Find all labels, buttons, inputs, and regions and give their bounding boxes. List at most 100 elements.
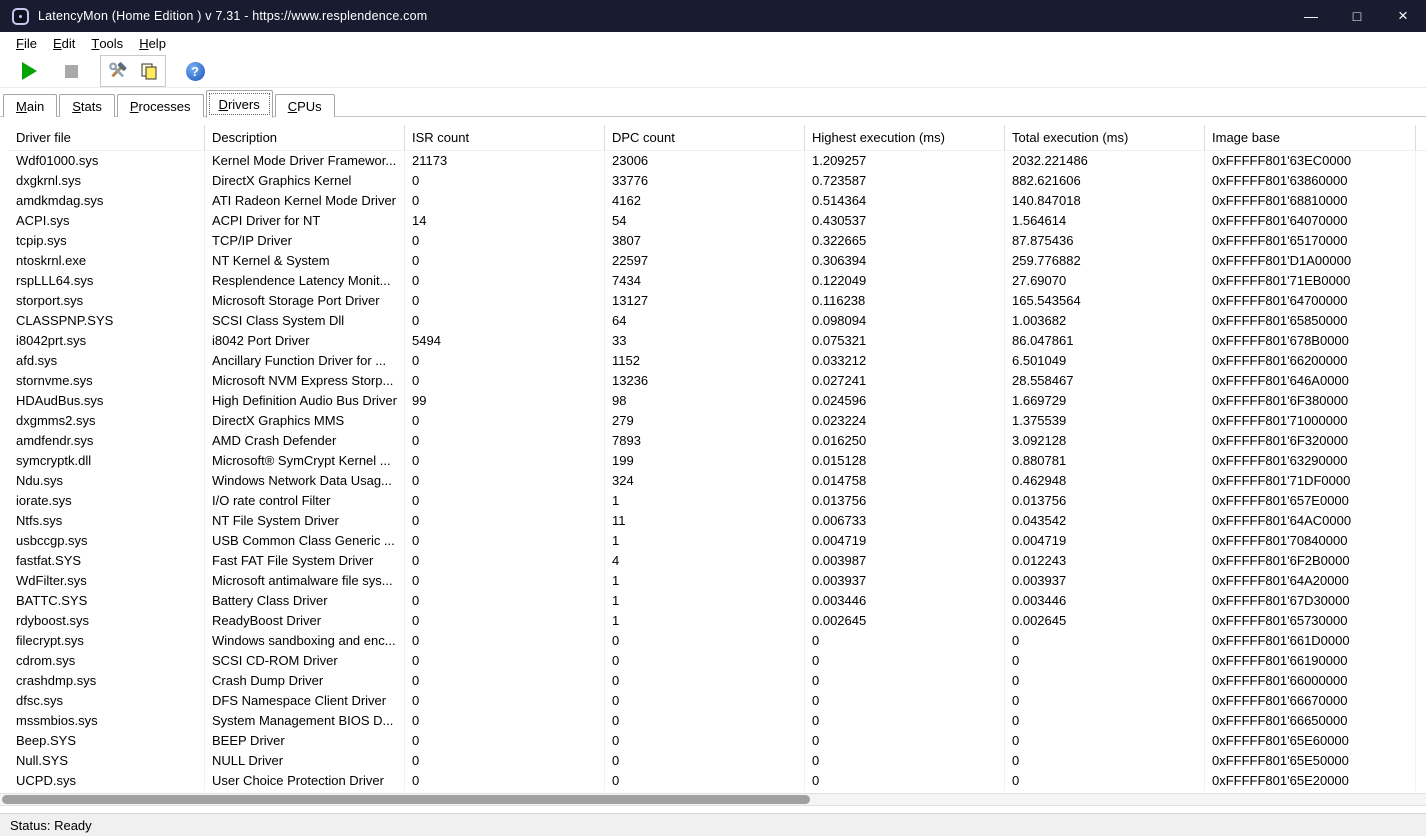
table-row[interactable]: UCPD.sys User Choice Protection Driver 0 0 0…	[8, 771, 1426, 791]
table-row[interactable]: mssmbios.sys System Management BIOS D... 0…	[8, 711, 1426, 731]
cell-dpc-count: 4	[605, 551, 805, 571]
cell-highest-execution-ms: 0.014758	[805, 471, 1005, 491]
cell-driver-file: CLASSPNP.SYS	[8, 311, 205, 331]
cell-driver-file: iorate.sys	[8, 491, 205, 511]
table-row[interactable]: rdyboost.sys ReadyBoost Driver 0 1 0.002645 0…	[8, 611, 1426, 631]
cell-description: Fast FAT File System Driver	[205, 551, 405, 571]
table-row[interactable]: stornvme.sys Microsoft NVM Express Storp.…	[8, 371, 1426, 391]
table-row[interactable]: CLASSPNP.SYS SCSI Class System Dll 0 64 0.09…	[8, 311, 1426, 331]
table-row[interactable]: HDAudBus.sys High Definition Audio Bus Dr…	[8, 391, 1426, 411]
table-row[interactable]: Ndu.sys Windows Network Data Usag... 0 324 0…	[8, 471, 1426, 491]
cell-dpc-count: 1	[605, 531, 805, 551]
cell-total-execution-ms: 165.543564	[1005, 291, 1205, 311]
cell-driver-file: Ndu.sys	[8, 471, 205, 491]
cell-dpc-count: 1	[605, 571, 805, 591]
column-header-total-execution-ms[interactable]: Total execution (ms)	[1005, 125, 1205, 150]
cell-image-base: 0xFFFFF801'66190000	[1205, 651, 1416, 671]
horizontal-scrollbar-thumb[interactable]	[2, 795, 810, 804]
table-row[interactable]: usbccgp.sys USB Common Class Generic ... 0…	[8, 531, 1426, 551]
table-row[interactable]: Beep.SYS BEEP Driver 0 0 0 0 0xFFFFF801'65E600…	[8, 731, 1426, 751]
cell-dpc-count: 11	[605, 511, 805, 531]
table-row[interactable]: crashdmp.sys Crash Dump Driver 0 0 0 0 0xFFFFF…	[8, 671, 1426, 691]
cell-total-execution-ms: 0.002645	[1005, 611, 1205, 631]
cell-image-base: 0xFFFFF801'68810000	[1205, 191, 1416, 211]
table-row[interactable]: storport.sys Microsoft Storage Port Drive…	[8, 291, 1426, 311]
column-header-dpc-count[interactable]: DPC count	[605, 125, 805, 150]
tab-processes[interactable]: Processes	[116, 94, 204, 117]
menu-help[interactable]: Help	[131, 32, 174, 55]
table-row[interactable]: iorate.sys I/O rate control Filter 0 1 0.013…	[8, 491, 1426, 511]
table-row[interactable]: Wdf01000.sys Kernel Mode Driver Framewor.…	[8, 151, 1426, 171]
close-button[interactable]: ×	[1380, 0, 1426, 32]
table-row[interactable]: ntoskrnl.exe NT Kernel & System 0 22597 0.30…	[8, 251, 1426, 271]
cell-description: USB Common Class Generic ...	[205, 531, 405, 551]
cell-driver-file: dfsc.sys	[8, 691, 205, 711]
table-row[interactable]: amdkmdag.sys ATI Radeon Kernel Mode Drive…	[8, 191, 1426, 211]
maximize-button[interactable]: □	[1334, 0, 1380, 32]
help-button[interactable]: ?	[182, 58, 208, 84]
tab-stats[interactable]: Stats	[59, 94, 115, 117]
table-row[interactable]: BATTC.SYS Battery Class Driver 0 1 0.003446 0…	[8, 591, 1426, 611]
cell-image-base: 0xFFFFF801'66000000	[1205, 671, 1416, 691]
cell-driver-file: i8042prt.sys	[8, 331, 205, 351]
minimize-button[interactable]: —	[1288, 0, 1334, 32]
table-row[interactable]: dxgkrnl.sys DirectX Graphics Kernel 0 33776…	[8, 171, 1426, 191]
tab-drivers[interactable]: Drivers	[205, 90, 273, 118]
table-row[interactable]: tcpip.sys TCP/IP Driver 0 3807 0.322665 87.87…	[8, 231, 1426, 251]
table-row[interactable]: WdFilter.sys Microsoft antimalware file s…	[8, 571, 1426, 591]
cell-image-base: 0xFFFFF801'6F2B0000	[1205, 551, 1416, 571]
window-controls: — □ ×	[1288, 0, 1426, 32]
cell-highest-execution-ms: 0.023224	[805, 411, 1005, 431]
cell-highest-execution-ms: 0	[805, 671, 1005, 691]
cell-isr-count: 0	[405, 491, 605, 511]
cell-highest-execution-ms: 0.033212	[805, 351, 1005, 371]
cell-highest-execution-ms: 0.122049	[805, 271, 1005, 291]
cell-highest-execution-ms: 0.015128	[805, 451, 1005, 471]
tab-main[interactable]: Main	[3, 94, 58, 117]
column-header-highest-execution-ms[interactable]: Highest execution (ms)	[805, 125, 1005, 150]
driver-tools-button[interactable]	[104, 58, 130, 84]
cell-isr-count: 0	[405, 351, 605, 371]
column-header-description[interactable]: Description	[205, 125, 405, 150]
stop-icon	[64, 64, 78, 78]
table-row[interactable]: fastfat.SYS Fast FAT File System Driver 0 4…	[8, 551, 1426, 571]
cell-driver-file: amdfendr.sys	[8, 431, 205, 451]
cell-description: SCSI CD-ROM Driver	[205, 651, 405, 671]
column-header-driver-file[interactable]: Driver file	[8, 125, 205, 150]
cell-description: Microsoft Storage Port Driver	[205, 291, 405, 311]
table-row[interactable]: ACPI.sys ACPI Driver for NT 14 54 0.430537 1.…	[8, 211, 1426, 231]
table-row[interactable]: dxgmms2.sys DirectX Graphics MMS 0 279 0.023…	[8, 411, 1426, 431]
cell-isr-count: 0	[405, 431, 605, 451]
menu-tools[interactable]: Tools	[83, 32, 131, 55]
table-row[interactable]: dfsc.sys DFS Namespace Client Driver 0 0 0 0 0…	[8, 691, 1426, 711]
table-row[interactable]: symcryptk.dll Microsoft® SymCrypt Kernel …	[8, 451, 1426, 471]
column-header-image-base[interactable]: Image base	[1205, 125, 1416, 150]
copy-report-button[interactable]	[136, 58, 162, 84]
cell-image-base: 0xFFFFF801'65E20000	[1205, 771, 1416, 791]
table-row[interactable]: afd.sys Ancillary Function Driver for ...…	[8, 351, 1426, 371]
cell-total-execution-ms: 0.003937	[1005, 571, 1205, 591]
cell-image-base: 0xFFFFF801'63EC0000	[1205, 151, 1416, 171]
table-row[interactable]: cdrom.sys SCSI CD-ROM Driver 0 0 0 0 0xFFFFF80…	[8, 651, 1426, 671]
tab-cpus[interactable]: C PUs	[274, 94, 335, 117]
menu-file[interactable]: File	[8, 32, 45, 55]
cell-highest-execution-ms: 1.209257	[805, 151, 1005, 171]
table-row[interactable]: Ntfs.sys NT File System Driver 0 11 0.006733…	[8, 511, 1426, 531]
menu-edit[interactable]: Edit	[45, 32, 83, 55]
cell-dpc-count: 1	[605, 591, 805, 611]
cell-description: System Management BIOS D...	[205, 711, 405, 731]
cell-isr-count: 21173	[405, 151, 605, 171]
horizontal-scrollbar[interactable]	[0, 793, 1426, 806]
table-row[interactable]: rspLLL64.sys Resplendence Latency Monit..…	[8, 271, 1426, 291]
tools-icon	[109, 62, 127, 78]
table-row[interactable]: i8042prt.sys i8042 Port Driver 5494 33 0.075…	[8, 331, 1426, 351]
table-row[interactable]: filecrypt.sys Windows sandboxing and enc.…	[8, 631, 1426, 651]
table-row[interactable]: amdfendr.sys AMD Crash Defender 0 7893 0.016…	[8, 431, 1426, 451]
table-row[interactable]: Null.SYS NULL Driver 0 0 0 0 0xFFFFF801'65E500…	[8, 751, 1426, 771]
cell-driver-file: cdrom.sys	[8, 651, 205, 671]
cell-image-base: 0xFFFFF801'6F380000	[1205, 391, 1416, 411]
stop-monitor-button[interactable]	[58, 58, 84, 84]
cell-isr-count: 5494	[405, 331, 605, 351]
start-monitor-button[interactable]	[16, 58, 42, 84]
column-header-isr-count[interactable]: ISR count	[405, 125, 605, 150]
